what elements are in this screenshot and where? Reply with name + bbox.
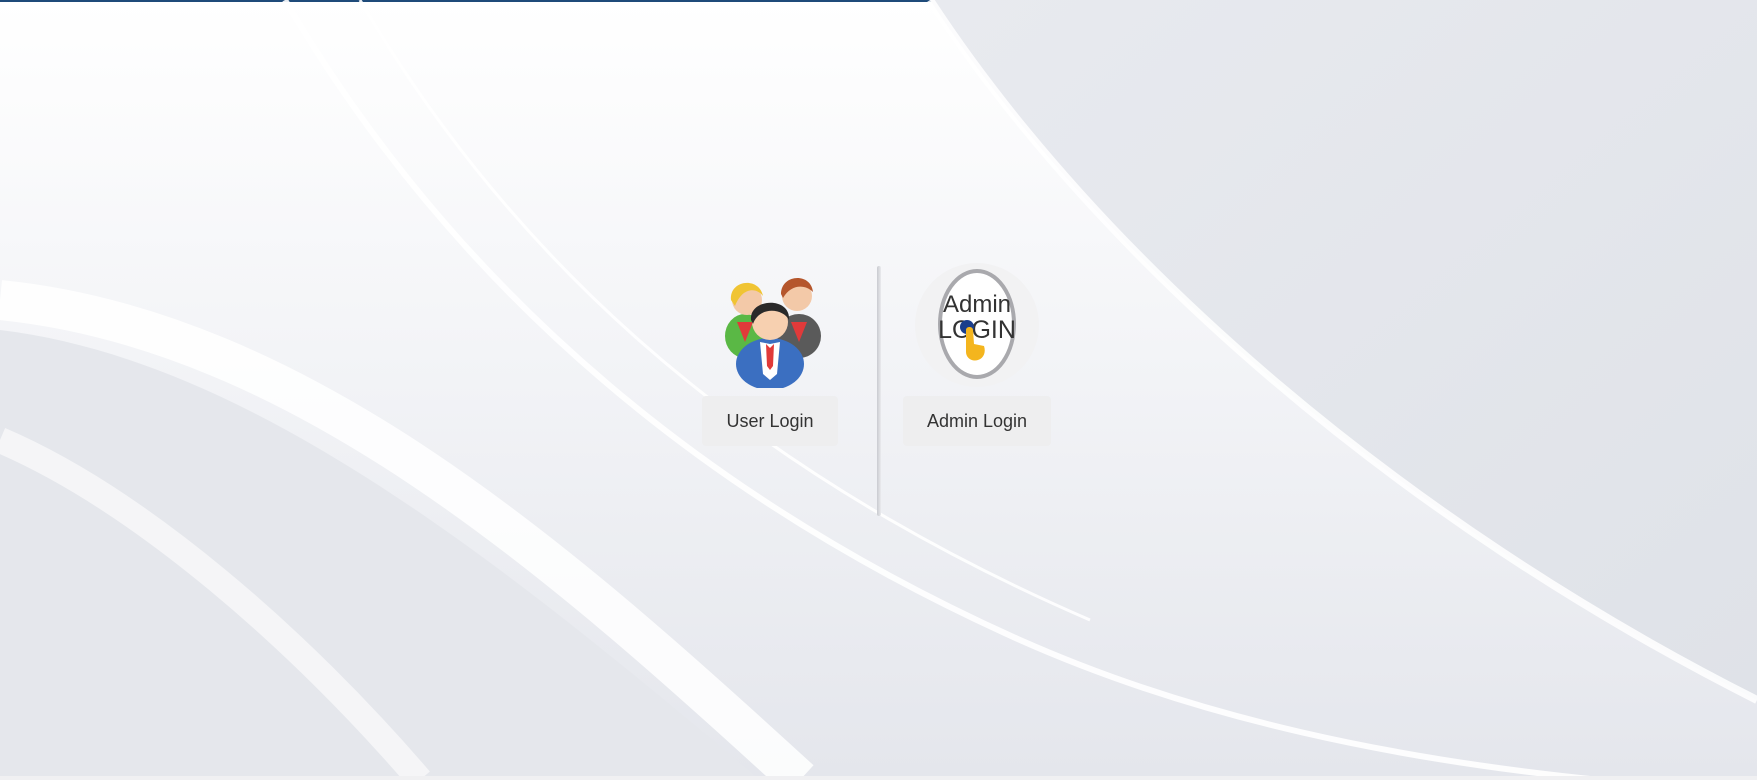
bottom-strip: [0, 776, 1757, 780]
user-login-card: User Login: [690, 262, 850, 446]
admin-badge-line1: Admin: [943, 291, 1011, 318]
vertical-divider: [877, 266, 881, 516]
admin-login-card: Admin LOGIN Admin Login: [897, 262, 1057, 446]
admin-login-button[interactable]: Admin Login: [902, 396, 1052, 446]
admin-badge-line2: LOGIN: [938, 316, 1016, 344]
user-login-button[interactable]: User Login: [702, 396, 838, 446]
login-selection-page: User Login Admin LOGIN Admin Login: [0, 0, 1757, 780]
users-group-icon[interactable]: [707, 262, 833, 388]
admin-login-badge-icon[interactable]: Admin LOGIN: [914, 262, 1040, 388]
